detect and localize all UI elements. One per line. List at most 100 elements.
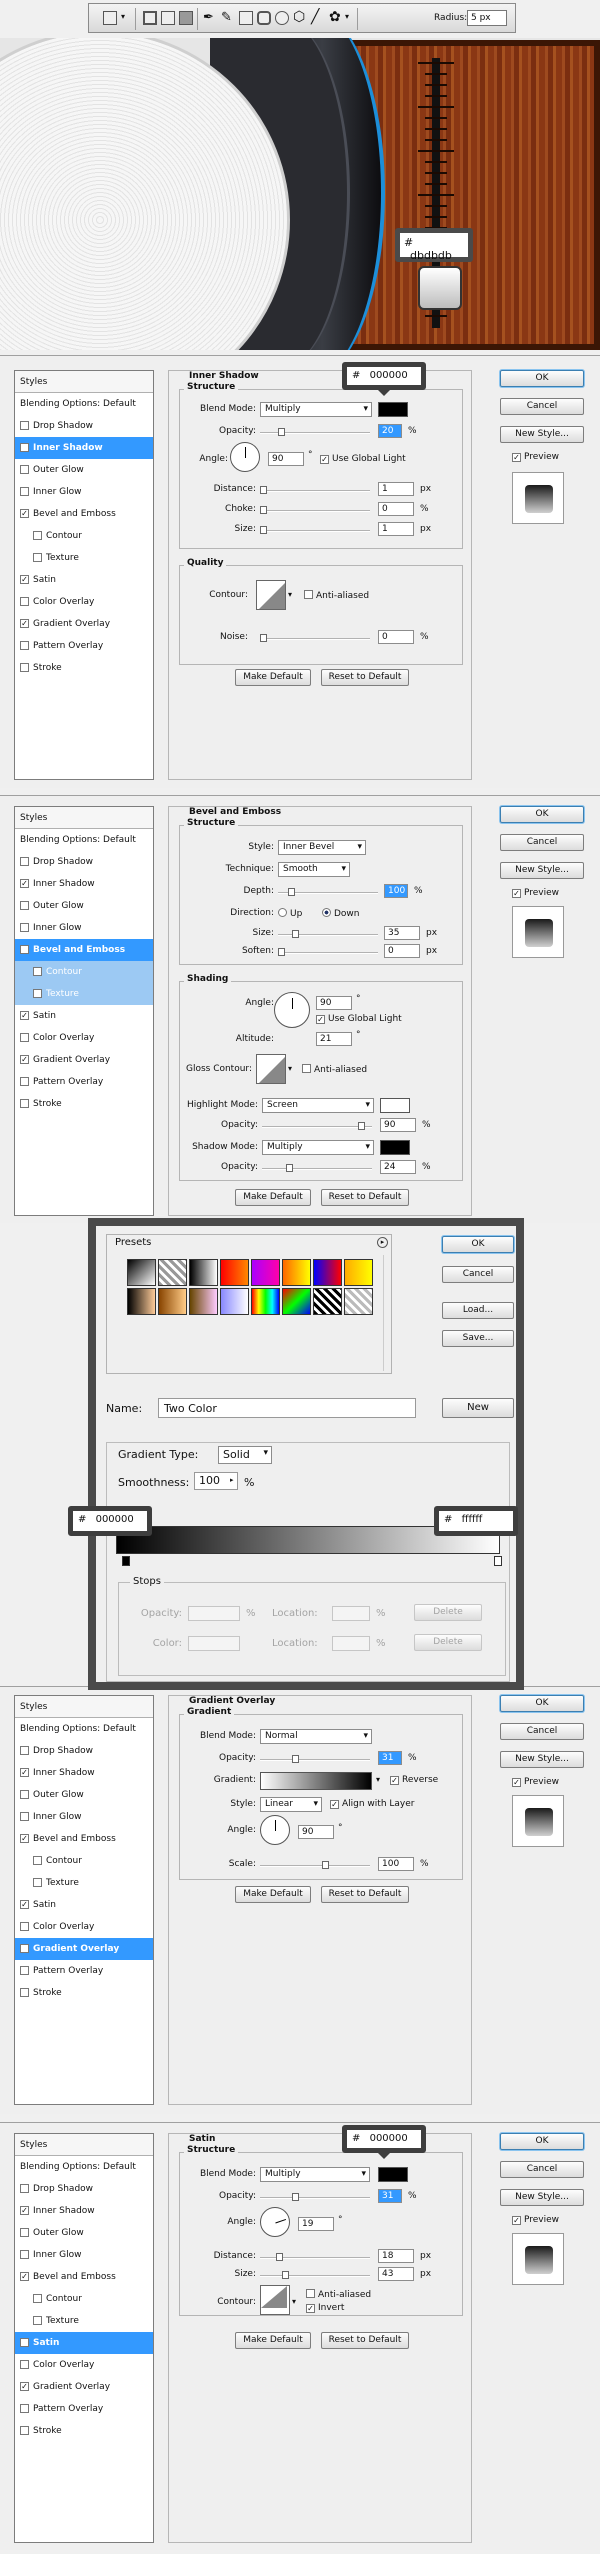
noise-slider[interactable]	[260, 634, 370, 642]
dropdown-arrow-icon[interactable]: ▾	[121, 12, 125, 21]
style-checkbox[interactable]: ✓	[20, 1944, 29, 1953]
distance-input[interactable]: 18	[378, 2249, 414, 2263]
style-checkbox[interactable]: ✓	[20, 1900, 29, 1909]
style-item-stroke[interactable]: Stroke	[15, 2420, 153, 2442]
gradient-preset-swatch[interactable]	[189, 1288, 218, 1315]
contour-dropdown-icon[interactable]: ▾	[288, 1064, 292, 1073]
cancel-button[interactable]: Cancel	[500, 398, 584, 415]
style-checkbox[interactable]	[20, 857, 29, 866]
style-item-pattern-overlay[interactable]: Pattern Overlay	[15, 635, 153, 657]
reverse-checkbox[interactable]: ✓ Reverse	[390, 1775, 438, 1785]
style-checkbox[interactable]	[20, 2184, 29, 2193]
style-checkbox[interactable]	[33, 1856, 42, 1865]
slider-thumb[interactable]	[260, 526, 267, 534]
make-default-button[interactable]: Make Default	[235, 669, 311, 686]
shadow-mode-select[interactable]: Multiply	[262, 1140, 374, 1155]
global-light-checkbox[interactable]: ✓ Use Global Light	[320, 454, 406, 464]
save-button[interactable]: Save...	[442, 1330, 514, 1347]
name-input[interactable]: Two Color	[158, 1398, 416, 1418]
presets-menu-icon[interactable]: ▸	[377, 1237, 388, 1248]
angle-dial[interactable]	[274, 992, 310, 1028]
slider-thumb[interactable]	[292, 2193, 299, 2201]
style-checkbox[interactable]	[20, 901, 29, 910]
highlight-opacity-input[interactable]: 90	[380, 1118, 416, 1132]
style-item-color-overlay[interactable]: Color Overlay	[15, 591, 153, 613]
style-item-color-overlay[interactable]: Color Overlay	[15, 1916, 153, 1938]
angle-dial[interactable]	[260, 1815, 290, 1845]
style-checkbox[interactable]	[20, 663, 29, 672]
style-checkbox[interactable]	[20, 1966, 29, 1975]
rectangle-icon[interactable]	[239, 11, 253, 25]
satin-color-swatch[interactable]	[378, 2167, 408, 2182]
style-item-inner-shadow[interactable]: ✓ Inner Shadow	[15, 2200, 153, 2222]
gradient-preset-swatch[interactable]	[251, 1259, 280, 1286]
new-style-button[interactable]: New Style...	[500, 2189, 584, 2206]
bevel-style-select[interactable]: Inner Bevel	[278, 840, 366, 855]
stop-opacity-input[interactable]	[188, 1606, 240, 1621]
style-item-satin[interactable]: ✓ Satin	[15, 1894, 153, 1916]
opacity-input[interactable]: 20	[378, 424, 402, 438]
reset-default-button[interactable]: Reset to Default	[321, 1886, 409, 1903]
style-item-inner-glow[interactable]: Inner Glow	[15, 1806, 153, 1828]
style-checkbox[interactable]	[33, 989, 42, 998]
style-item-pattern-overlay[interactable]: Pattern Overlay	[15, 1071, 153, 1093]
style-item-contour[interactable]: Contour	[15, 525, 153, 547]
slider-thumb[interactable]	[260, 634, 267, 642]
angle-input[interactable]: 90	[298, 1825, 334, 1839]
style-item-blending-options-default[interactable]: Blending Options: Default	[15, 1718, 153, 1740]
size-slider[interactable]	[260, 2271, 370, 2279]
slider-thumb[interactable]	[322, 1861, 329, 1869]
style-item-gradient-overlay[interactable]: ✓ Gradient Overlay	[15, 1938, 153, 1960]
slider-thumb[interactable]	[260, 506, 267, 514]
highlight-color-swatch[interactable]	[380, 1098, 410, 1113]
color-stop-right[interactable]	[494, 1556, 502, 1566]
style-checkbox[interactable]	[20, 1746, 29, 1755]
style-item-gradient-overlay[interactable]: ✓ Gradient Overlay	[15, 1049, 153, 1071]
pen-icon[interactable]: ✒	[203, 10, 214, 25]
style-checkbox[interactable]: ✓	[20, 1768, 29, 1777]
style-item-inner-shadow[interactable]: ✓ Inner Shadow	[15, 873, 153, 895]
preview-checkbox[interactable]: ✓ Preview	[512, 888, 559, 898]
style-checkbox[interactable]	[20, 597, 29, 606]
reset-default-button[interactable]: Reset to Default	[321, 669, 409, 686]
slider-thumb[interactable]	[278, 948, 285, 956]
size-input[interactable]: 35	[384, 926, 420, 940]
style-item-outer-glow[interactable]: Outer Glow	[15, 895, 153, 917]
new-style-button[interactable]: New Style...	[500, 1751, 584, 1768]
shape-dropdown-icon[interactable]: ▾	[345, 12, 349, 21]
cancel-button[interactable]: Cancel	[500, 2161, 584, 2178]
scale-slider[interactable]	[260, 1861, 370, 1869]
style-item-outer-glow[interactable]: Outer Glow	[15, 459, 153, 481]
gradient-picker[interactable]	[260, 1772, 372, 1790]
soften-input[interactable]: 0	[384, 944, 420, 958]
gradient-dropdown-icon[interactable]: ▾	[376, 1775, 380, 1784]
style-checkbox[interactable]	[33, 967, 42, 976]
slider-thumb[interactable]	[260, 486, 267, 494]
gradient-preset-swatch[interactable]	[251, 1288, 280, 1315]
size-input[interactable]: 43	[378, 2267, 414, 2281]
slider-thumb[interactable]	[278, 428, 285, 436]
make-default-button[interactable]: Make Default	[235, 1189, 311, 1206]
style-checkbox[interactable]	[33, 553, 42, 562]
gradient-preset-swatch[interactable]	[158, 1288, 187, 1315]
style-checkbox[interactable]: ✓	[20, 2206, 29, 2215]
altitude-input[interactable]: 21	[316, 1032, 352, 1046]
gradient-type-select[interactable]: Solid	[218, 1446, 272, 1464]
blend-mode-select[interactable]: Multiply	[260, 2167, 370, 2182]
style-checkbox[interactable]	[20, 1790, 29, 1799]
rounded-rect-icon[interactable]	[257, 11, 271, 25]
slider-knob[interactable]	[418, 266, 462, 310]
style-checkbox[interactable]: ✓	[20, 2382, 29, 2391]
ok-button[interactable]: OK	[442, 1236, 514, 1253]
scale-input[interactable]: 100	[378, 1857, 414, 1871]
angle-input[interactable]: 90	[316, 996, 352, 1010]
freeform-pen-icon[interactable]: ✎	[221, 10, 232, 25]
contour-picker[interactable]	[260, 2285, 290, 2315]
style-checkbox[interactable]: ✓	[20, 945, 29, 954]
angle-dial[interactable]	[260, 2207, 290, 2237]
style-item-texture[interactable]: Texture	[15, 1872, 153, 1894]
preview-checkbox[interactable]: ✓ Preview	[512, 2215, 559, 2225]
style-item-satin[interactable]: ✓ Satin	[15, 2332, 153, 2354]
custom-shape-icon[interactable]: ✿	[329, 9, 341, 25]
style-checkbox[interactable]	[20, 923, 29, 932]
